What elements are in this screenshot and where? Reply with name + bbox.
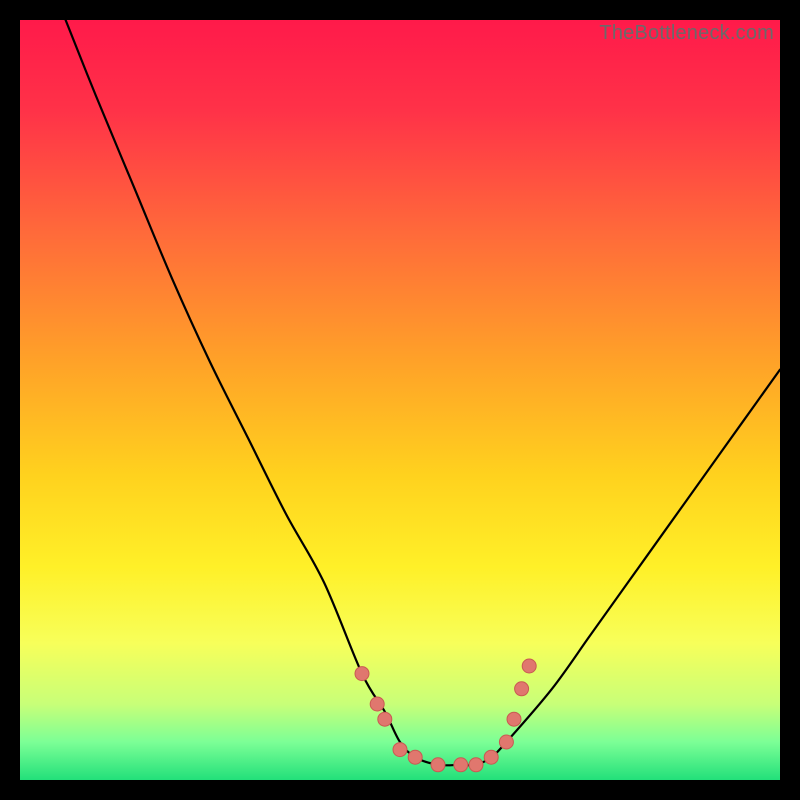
curve-marker — [370, 697, 384, 711]
watermark-text: TheBottleneck.com — [599, 22, 774, 45]
curve-marker — [408, 750, 422, 764]
curve-marker — [431, 758, 445, 772]
curve-marker — [515, 682, 529, 696]
curve-marker — [393, 743, 407, 757]
curve-marker — [469, 758, 483, 772]
chart-frame: TheBottleneck.com — [20, 20, 780, 780]
curve-marker — [484, 750, 498, 764]
curve-marker — [522, 659, 536, 673]
curve-marker — [454, 758, 468, 772]
curve-marker — [378, 712, 392, 726]
chart-background — [20, 20, 780, 780]
curve-marker — [499, 735, 513, 749]
curve-marker — [355, 667, 369, 681]
bottleneck-chart — [20, 20, 780, 780]
curve-marker — [507, 712, 521, 726]
